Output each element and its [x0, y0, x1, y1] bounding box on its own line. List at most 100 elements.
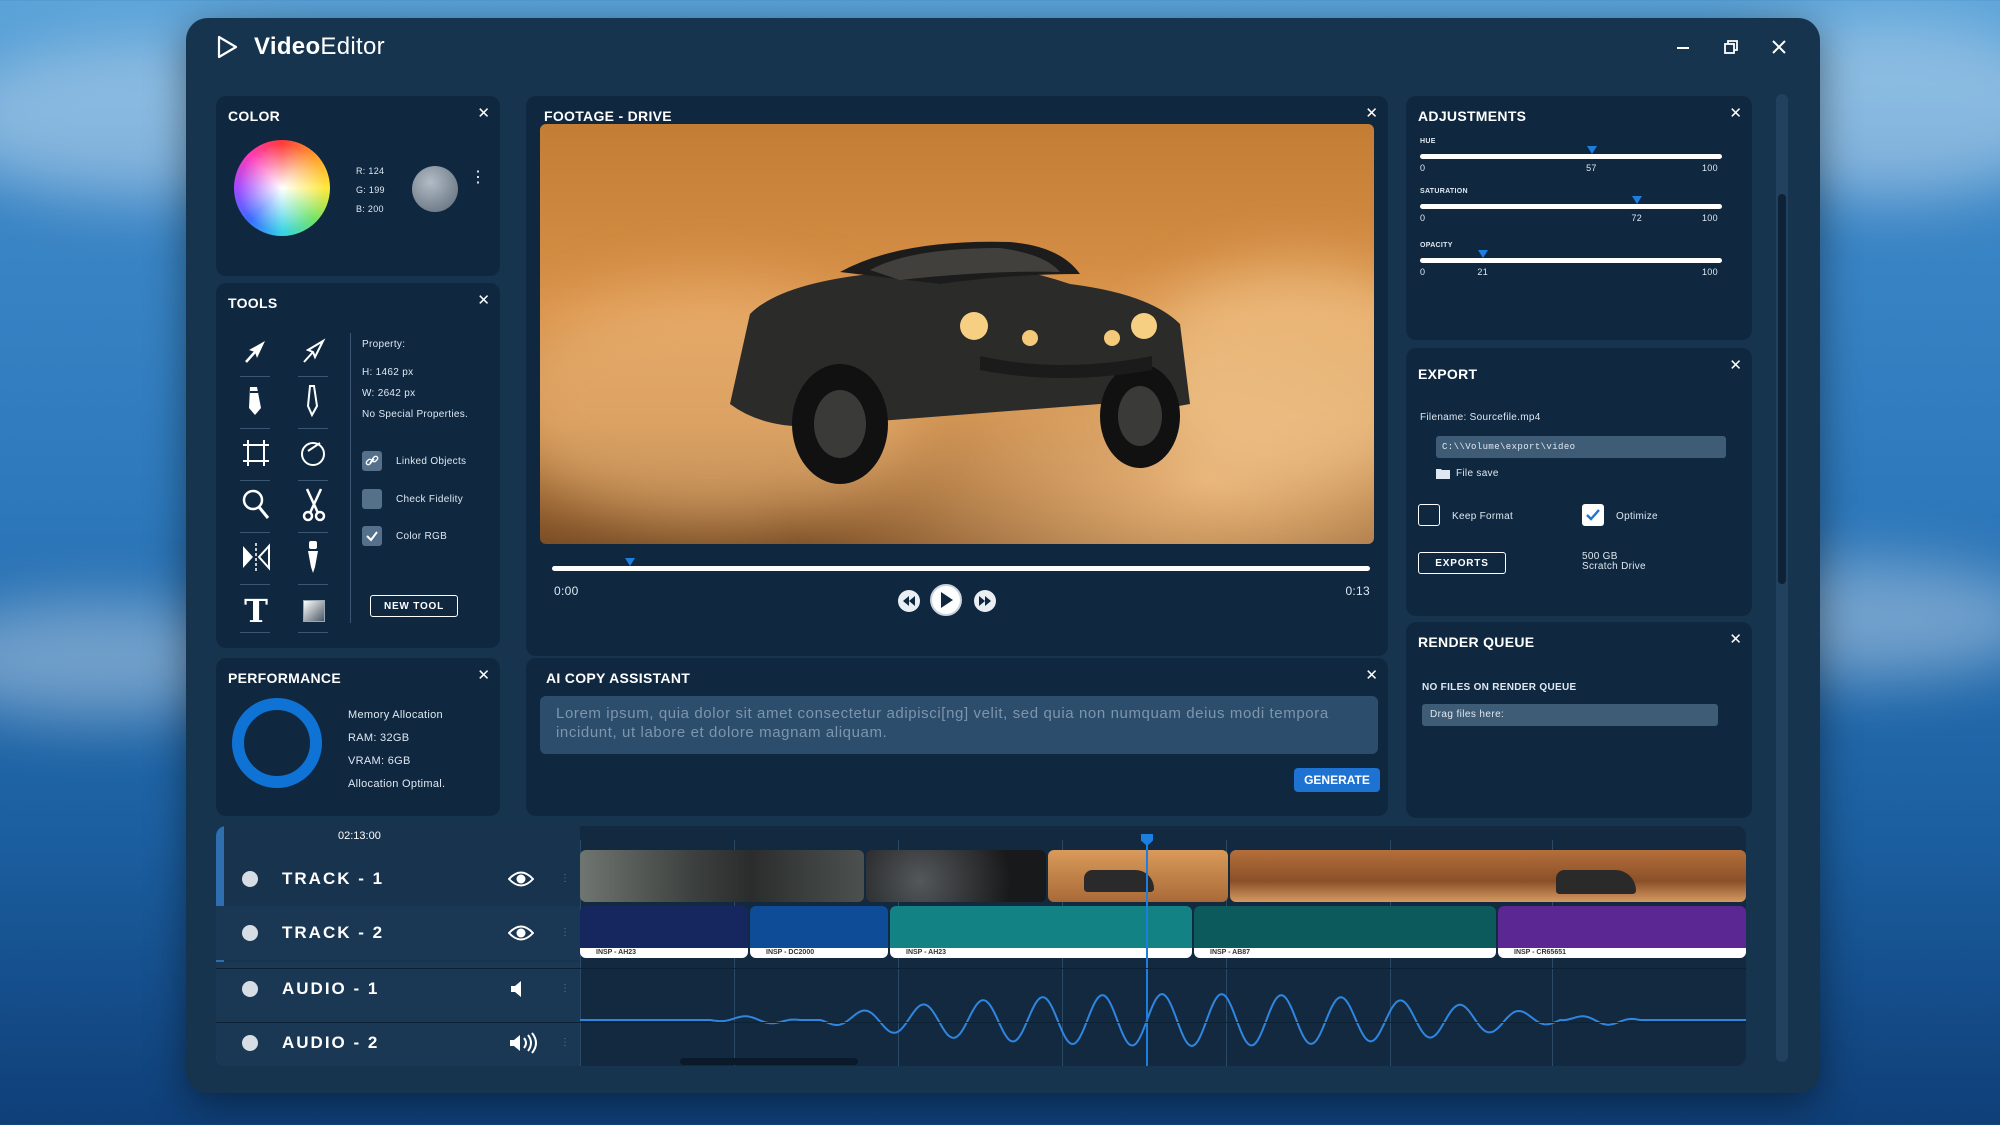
- close-panel-button[interactable]: ✕: [477, 104, 490, 122]
- render-drop-zone[interactable]: Drag files here:: [1422, 704, 1718, 726]
- track-visibility-dot[interactable]: [242, 871, 258, 887]
- rewind-icon: [903, 596, 915, 606]
- slider-label: OPACITY: [1420, 242, 1453, 249]
- window-scrollbar[interactable]: [1776, 94, 1788, 1062]
- slider-track[interactable]: [1420, 154, 1722, 159]
- optimize-checkbox[interactable]: [1582, 504, 1604, 526]
- color-wheel[interactable]: [234, 140, 330, 236]
- direct-select-icon[interactable]: [294, 331, 334, 371]
- track-row-4[interactable]: AUDIO - 2 ⋮: [216, 1016, 582, 1066]
- restore-button[interactable]: [1716, 32, 1746, 62]
- keep-format-checkbox[interactable]: [1418, 504, 1440, 526]
- drag-handle-icon[interactable]: ⋮: [560, 1038, 570, 1048]
- close-window-button[interactable]: [1764, 32, 1794, 62]
- close-panel-button[interactable]: ✕: [477, 291, 490, 309]
- track-visibility-dot[interactable]: [242, 925, 258, 941]
- speaker-icon[interactable]: [508, 979, 528, 999]
- clip-night-scene[interactable]: [866, 850, 1046, 902]
- slider-min: 0: [1420, 267, 1426, 277]
- zoom-icon[interactable]: [236, 485, 276, 525]
- scrollbar-thumb[interactable]: [1778, 194, 1786, 584]
- color-rgb-checkbox[interactable]: [362, 526, 382, 546]
- text-icon[interactable]: T: [236, 591, 276, 631]
- close-panel-button[interactable]: ✕: [1729, 356, 1742, 374]
- pencil-icon[interactable]: [236, 381, 276, 421]
- track-visibility-dot[interactable]: [242, 981, 258, 997]
- minimize-button[interactable]: [1668, 32, 1698, 62]
- audio-waveform: [580, 993, 1746, 1048]
- width-value: W: 2642 px: [362, 388, 416, 399]
- eyedropper-icon[interactable]: [294, 537, 334, 577]
- eye-icon[interactable]: [508, 870, 534, 888]
- close-panel-button[interactable]: ✕: [477, 666, 490, 684]
- slider-label: SATURATION: [1420, 188, 1468, 195]
- restore-icon: [1724, 40, 1738, 54]
- close-icon: [1772, 40, 1786, 54]
- close-panel-button[interactable]: ✕: [1365, 666, 1378, 684]
- shape-icon[interactable]: [294, 433, 334, 473]
- clip-label: INSP - AB87: [1194, 948, 1496, 958]
- rewind-button[interactable]: [898, 590, 920, 612]
- blue-value: B: 200: [356, 204, 384, 214]
- slider-min: 0: [1420, 213, 1426, 223]
- play-button[interactable]: [930, 584, 962, 616]
- scrubber-thumb[interactable]: [624, 558, 635, 566]
- color-swatch[interactable]: [412, 166, 458, 212]
- close-panel-button[interactable]: ✕: [1365, 104, 1378, 122]
- panel-title: FOOTAGE - DRIVE: [544, 108, 672, 124]
- video-preview[interactable]: [540, 124, 1374, 544]
- eye-icon[interactable]: [508, 924, 534, 942]
- timeline-scrollbar[interactable]: [680, 1058, 858, 1065]
- panel-title: PERFORMANCE: [228, 670, 341, 686]
- drag-handle-icon[interactable]: ⋮: [560, 874, 570, 884]
- timeline: 02:13:0002:13:0001:49:0201:34:0501:26:12…: [216, 826, 1746, 1066]
- memory-ring: [232, 698, 322, 788]
- track-row-3[interactable]: AUDIO - 1 ⋮: [216, 962, 582, 1016]
- scrubber-track[interactable]: [552, 566, 1370, 571]
- ai-copy-panel: AI COPY ASSISTANT ✕ Lorem ipsum, quia do…: [526, 658, 1388, 816]
- speaker-loud-icon[interactable]: [508, 1032, 542, 1054]
- track-2-clip[interactable]: INSP - DC2000: [750, 906, 888, 958]
- new-tool-button[interactable]: NEW TOOL: [370, 595, 458, 617]
- scissors-icon[interactable]: [294, 485, 334, 525]
- fast-forward-icon: [979, 596, 991, 606]
- clip-desert-drive[interactable]: [1230, 850, 1746, 902]
- slider-track[interactable]: [1420, 258, 1722, 263]
- slider-thumb[interactable]: [1632, 196, 1643, 204]
- file-save-button[interactable]: File save: [1436, 468, 1499, 479]
- render-queue-panel: RENDER QUEUE ✕ NO FILES ON RENDER QUEUE …: [1406, 622, 1752, 818]
- close-panel-button[interactable]: ✕: [1729, 630, 1742, 648]
- exports-button[interactable]: EXPORTS: [1418, 552, 1506, 574]
- select-arrow-icon[interactable]: [236, 331, 276, 371]
- track-2-clip[interactable]: INSP - CR65651: [1498, 906, 1746, 958]
- close-panel-button[interactable]: ✕: [1729, 104, 1742, 122]
- track-2-clip[interactable]: INSP - AH23: [580, 906, 748, 958]
- slider-thumb[interactable]: [1587, 146, 1598, 154]
- slider-track[interactable]: [1420, 204, 1722, 209]
- drag-handle-icon[interactable]: ⋮: [560, 928, 570, 938]
- linked-objects-checkbox[interactable]: [362, 451, 382, 471]
- gradient-icon[interactable]: [294, 591, 334, 631]
- brush-icon[interactable]: [294, 381, 334, 421]
- crop-icon[interactable]: [236, 433, 276, 473]
- mirror-icon[interactable]: [236, 537, 276, 577]
- track-2-clip[interactable]: INSP - AB87: [1194, 906, 1496, 958]
- check-fidelity-checkbox[interactable]: [362, 489, 382, 509]
- playhead[interactable]: [1141, 834, 1153, 1066]
- ai-prompt-input[interactable]: Lorem ipsum, quia dolor sit amet consect…: [540, 696, 1378, 754]
- export-panel: EXPORT ✕ Filename: Sourcefile.mp4 C:\\Vo…: [1406, 348, 1752, 616]
- red-value: R: 124: [356, 166, 385, 176]
- clip-car-sunset[interactable]: [1048, 850, 1228, 902]
- export-path-input[interactable]: C:\\Volume\export\video: [1436, 436, 1726, 458]
- generate-button[interactable]: GENERATE: [1294, 768, 1380, 792]
- clip-label: INSP - AH23: [580, 948, 748, 958]
- track-row-1[interactable]: TRACK - 1 ⋮: [216, 852, 582, 906]
- track-row-2[interactable]: TRACK - 2 ⋮: [216, 906, 582, 960]
- track-visibility-dot[interactable]: [242, 1035, 258, 1051]
- drag-handle-icon[interactable]: ⋮: [560, 984, 570, 994]
- more-options-icon[interactable]: ⋮: [470, 170, 486, 186]
- slider-thumb[interactable]: [1478, 250, 1489, 258]
- forward-button[interactable]: [974, 590, 996, 612]
- clip-dark-forest[interactable]: [580, 850, 864, 902]
- track-name: AUDIO - 1: [282, 979, 380, 998]
